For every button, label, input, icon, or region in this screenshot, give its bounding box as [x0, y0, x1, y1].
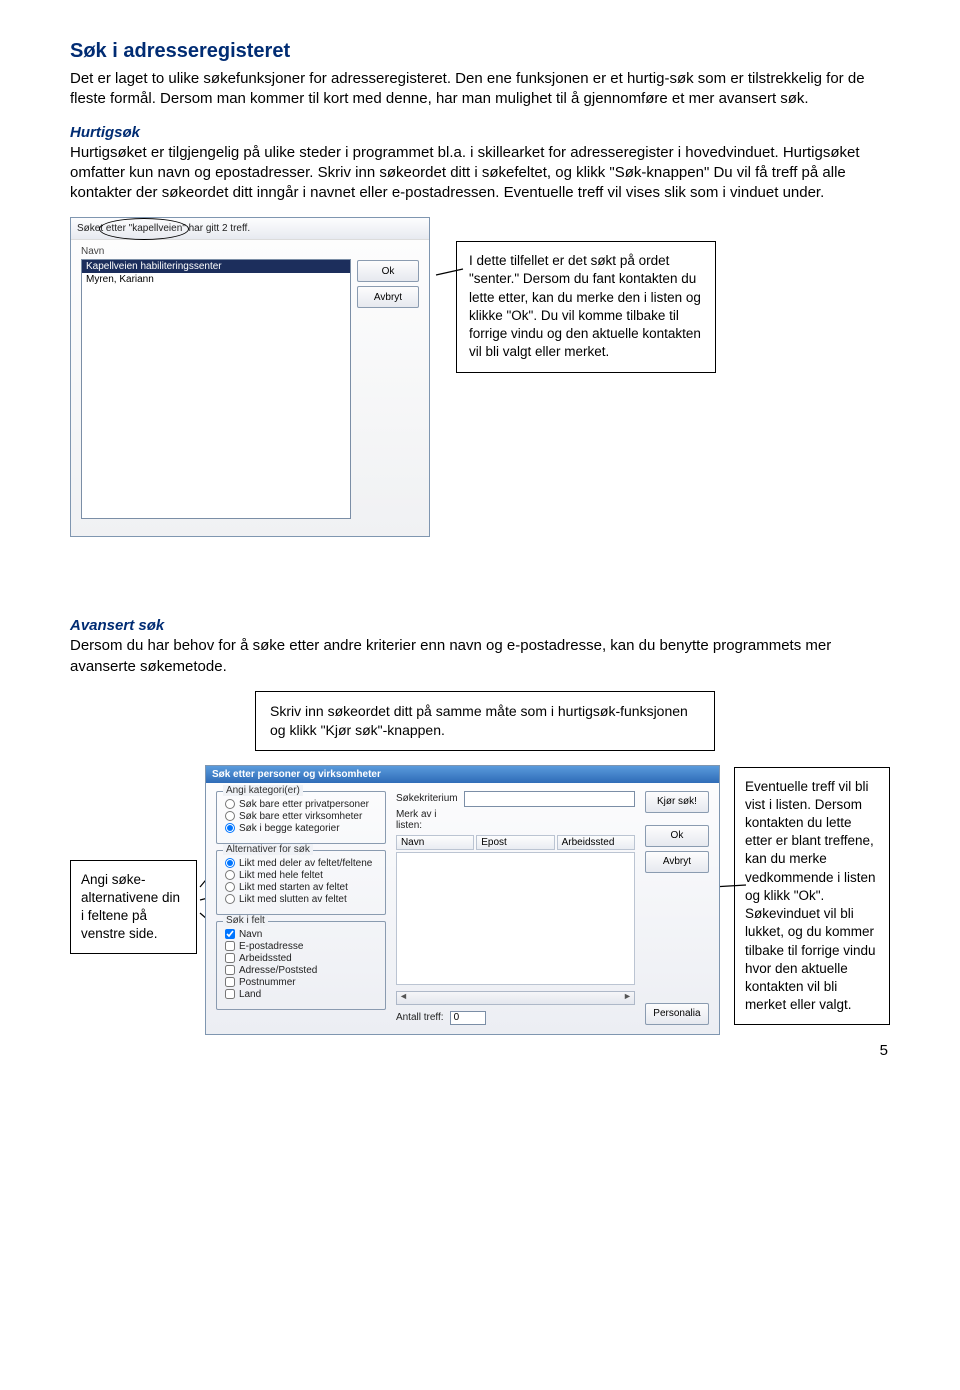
avansert-paragraph: Dersom du har behov for å søke etter and… [70, 636, 890, 677]
hurtigsok-result-list[interactable]: Kapellveien habiliteringssenter Myren, K… [81, 259, 351, 519]
radio-start[interactable]: Likt med starten av feltet [225, 882, 377, 893]
radio-slutt[interactable]: Likt med slutten av feltet [225, 894, 377, 905]
hurtigsok-list-label: Navn [81, 246, 351, 257]
hurtigsok-titlebar-text: Søket etter "kapellveien" har gitt 2 tre… [77, 223, 250, 234]
radio-privatpersoner[interactable]: Søk bare etter privatpersoner [225, 799, 377, 810]
sokekriterium-label: Søkekriterium [396, 793, 460, 804]
col-navn[interactable]: Navn [396, 835, 474, 850]
radio-virksomheter[interactable]: Søk bare etter virksomheter [225, 811, 377, 822]
avansert-dialog-title: Søk etter personer og virksomheter [206, 766, 719, 783]
intro-paragraph: Det er laget to ulike søkefunksjoner for… [70, 69, 890, 110]
kategori-group-title: Angi kategori(er) [223, 785, 303, 796]
hurtigsok-callout: I dette tilfellet er det søkt på ordet "… [456, 241, 716, 372]
avansert-heading: Avansert søk [70, 617, 890, 634]
alternativer-group: Alternativer for søk Likt med deler av f… [216, 850, 386, 915]
sokifelt-group-title: Søk i felt [223, 915, 268, 926]
col-epost[interactable]: Epost [476, 835, 554, 850]
avbryt-button[interactable]: Avbryt [645, 851, 709, 873]
merk-label: Merk av i listen: [396, 809, 460, 831]
avansert-dialog: Søk etter personer og virksomheter Angi … [205, 765, 720, 1035]
check-arbeidssted[interactable]: Arbeidssted [225, 953, 377, 964]
avansert-tip-box: Skriv inn søkeordet ditt på samme måte s… [255, 691, 715, 751]
avansert-left-callout: Angi søke-alternativene din i feltene på… [70, 860, 197, 955]
kjor-sok-button[interactable]: Kjør søk! [645, 791, 709, 813]
personalia-button[interactable]: Personalia [645, 1003, 709, 1025]
check-postnummer[interactable]: Postnummer [225, 977, 377, 988]
check-navn[interactable]: Navn [225, 929, 377, 940]
radio-deler[interactable]: Likt med deler av feltet/feltene [225, 858, 377, 869]
horizontal-scrollbar[interactable] [396, 991, 635, 1005]
list-item[interactable]: Kapellveien habiliteringssenter [82, 260, 350, 273]
kategori-group: Angi kategori(er) Søk bare etter privatp… [216, 791, 386, 844]
radio-begge[interactable]: Søk i begge kategorier [225, 823, 377, 834]
result-list[interactable] [396, 852, 635, 985]
page-title: Søk i adresseregisteret [70, 40, 890, 63]
hurtigsok-dialog: Søket etter "kapellveien" har gitt 2 tre… [70, 217, 430, 537]
list-item[interactable]: Myren, Kariann [82, 273, 350, 286]
avansert-right-callout: Eventuelle treff vil bli vist i listen. … [734, 767, 890, 1026]
hurtigsok-titlebar: Søket etter "kapellveien" har gitt 2 tre… [71, 218, 429, 240]
antall-treff-value [450, 1011, 486, 1025]
col-arbeidssted[interactable]: Arbeidssted [557, 835, 635, 850]
hurtigsok-heading: Hurtigsøk [70, 124, 890, 141]
check-land[interactable]: Land [225, 989, 377, 1000]
sokekriterium-input[interactable] [464, 791, 635, 807]
result-list-header: Navn Epost Arbeidssted [396, 835, 635, 850]
ok-button[interactable]: Ok [645, 825, 709, 847]
radio-hele[interactable]: Likt med hele feltet [225, 870, 377, 881]
check-adresse[interactable]: Adresse/Poststed [225, 965, 377, 976]
ok-button[interactable]: Ok [357, 260, 419, 282]
page-number: 5 [880, 1042, 888, 1059]
check-epost[interactable]: E-postadresse [225, 941, 377, 952]
sokifelt-group: Søk i felt Navn E-postadresse Arbeidsste… [216, 921, 386, 1010]
avbryt-button[interactable]: Avbryt [357, 286, 419, 308]
alternativer-group-title: Alternativer for søk [223, 844, 313, 855]
antall-treff-label: Antall treff: [396, 1012, 444, 1023]
hurtigsok-paragraph: Hurtigsøket er tilgjengelig på ulike ste… [70, 143, 890, 204]
